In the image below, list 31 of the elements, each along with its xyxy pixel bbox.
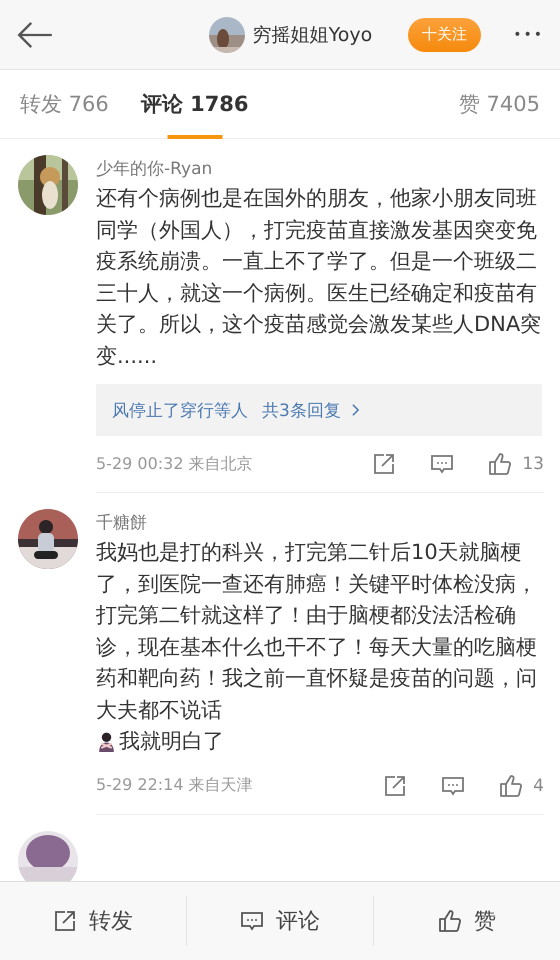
comment-icon[interactable] <box>240 909 264 933</box>
comment-text: 我妈也是打的科兴，打完第二针后10天就脑梗了，到医院一查还有肺癌！关键平时体检没病，打完第二针就这样了！由于脑梗都没法活检确诊，现在基本什么也干不了！每天大量的吃脑梗药和靶向药！我之前一直怀疑是疫苗的问题，问大夫都不说话 <box>96 539 538 724</box>
like-icon[interactable] <box>499 774 524 798</box>
tab[interactable]: 转发 766 <box>20 70 109 138</box>
user-name[interactable]: 千糖餅 <box>96 511 544 534</box>
like-count: 4 <box>533 776 544 796</box>
replies-panel[interactable]: 风停止了穿行等人 共3条回复 <box>96 384 542 436</box>
tab[interactable]: 评论 1786 <box>140 70 249 138</box>
back-icon[interactable] <box>16 20 54 48</box>
bottom-action[interactable]: 评论 <box>276 906 320 936</box>
share-icon[interactable] <box>372 452 396 476</box>
like-icon[interactable] <box>488 452 512 476</box>
person-emoji-icon <box>96 731 117 752</box>
like-icon[interactable] <box>438 909 462 933</box>
bottom-action[interactable]: 赞 <box>474 906 496 936</box>
bottom-action[interactable]: 转发 <box>89 906 133 936</box>
like-count: 13 <box>522 454 544 474</box>
reply-users[interactable]: 风停止了穿行等人 <box>112 398 248 422</box>
reply-count-link[interactable]: 共3条回复 <box>262 398 341 422</box>
comment-time: 5-29 22:14 来自天津 <box>96 775 253 796</box>
share-icon[interactable] <box>383 774 408 798</box>
comment-text: 我就明白了 <box>119 728 224 755</box>
chevron-icon[interactable] <box>350 403 360 417</box>
more-menu[interactable]: ••• <box>513 26 544 42</box>
user-name[interactable]: 少年的你-Ryan <box>96 157 544 180</box>
comment-text: 还有个病例也是在国外的朋友，他家小朋友同班同学（外国人），打完疫苗直接激发基因突变免疫系统崩溃。一直上不了学了。但是一个班级二三十人，就这一个病例。医生已经确定和疫苗有关了。所以，这个疫苗感觉会激发某些人DNA突变...... <box>96 185 542 370</box>
author-name[interactable]: 穷摇姐姐Yoyo <box>252 22 372 48</box>
share-icon[interactable] <box>53 909 77 933</box>
tab[interactable]: 赞 7405 <box>458 70 540 138</box>
comment-icon[interactable] <box>430 452 454 476</box>
comment-time: 5-29 00:32 来自北京 <box>96 454 253 474</box>
